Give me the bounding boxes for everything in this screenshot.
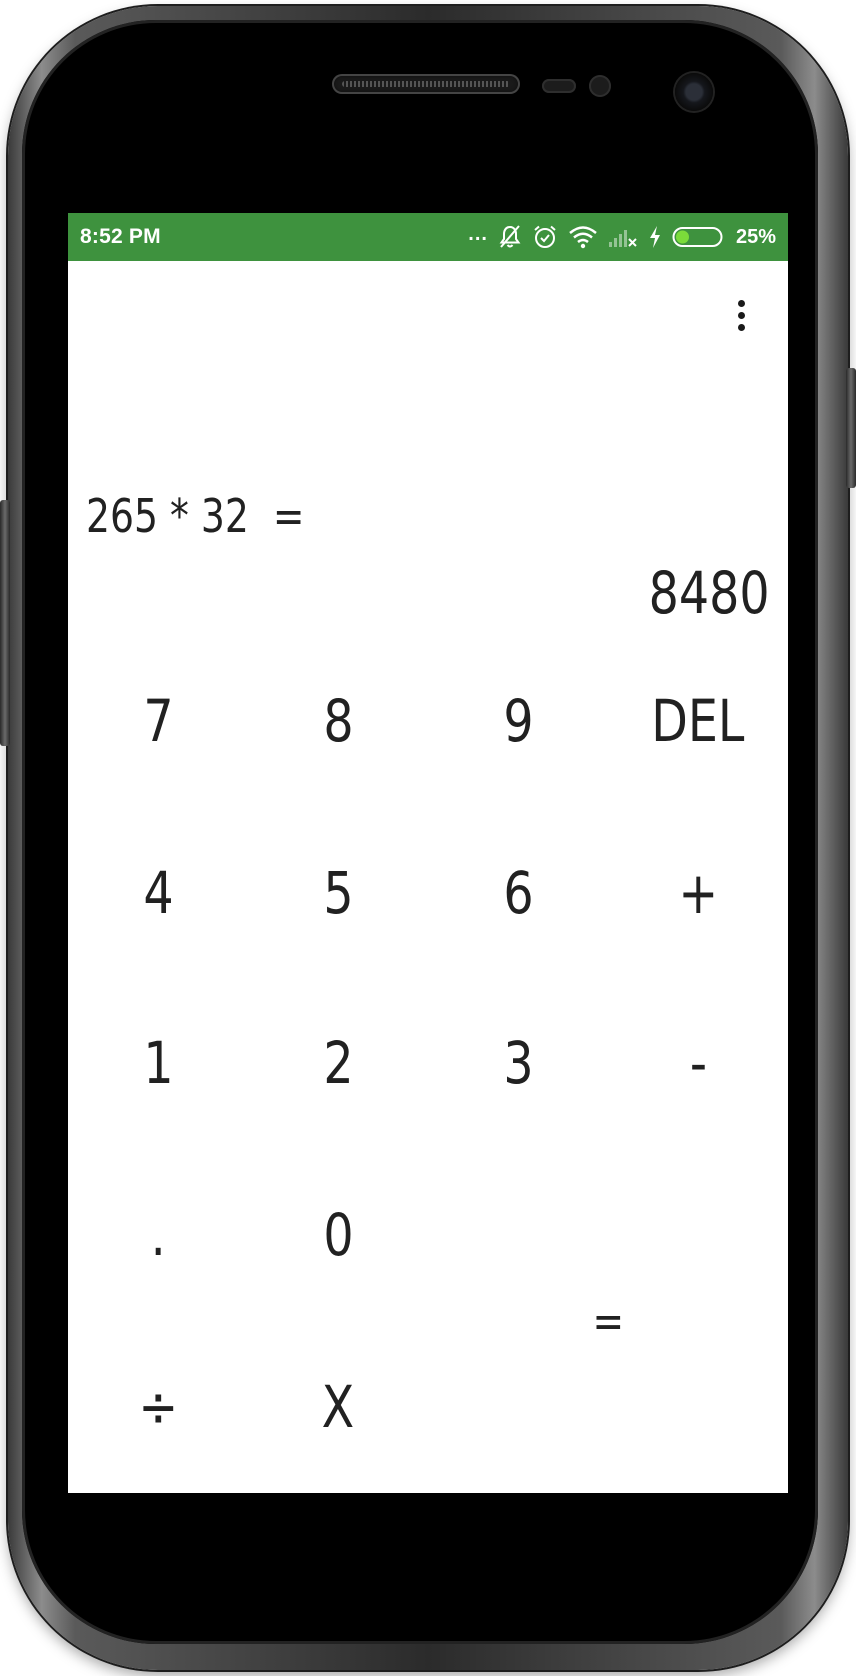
expression-display: 265 * 32 = xyxy=(86,489,305,543)
alarm-icon xyxy=(532,224,558,250)
key-label: 1 xyxy=(142,1029,174,1097)
key-label: 4 xyxy=(142,859,174,927)
key-label: - xyxy=(689,1029,707,1097)
key-label: 9 xyxy=(502,687,534,755)
charging-icon xyxy=(648,225,662,249)
key-decimal[interactable]: . xyxy=(68,1175,248,1295)
key-6[interactable]: 6 xyxy=(428,833,608,953)
key-7[interactable]: 7 xyxy=(68,661,248,781)
key-divide[interactable]: ÷ xyxy=(68,1347,248,1467)
key-5[interactable]: 5 xyxy=(248,833,428,953)
key-label: + xyxy=(678,859,718,927)
key-8[interactable]: 8 xyxy=(248,661,428,781)
light-sensor xyxy=(589,75,611,97)
more-options-dot xyxy=(737,323,745,331)
key-label: 3 xyxy=(502,1029,534,1097)
status-time: 8:52 PM xyxy=(80,225,161,248)
key-label: X xyxy=(321,1373,355,1441)
proximity-sensor xyxy=(542,79,576,93)
more-options-icon[interactable] xyxy=(728,293,754,337)
key-label: 5 xyxy=(322,859,354,927)
front-camera xyxy=(675,73,713,111)
battery-percent: 25% xyxy=(735,225,776,248)
more-notifications-indicator: ... xyxy=(468,222,488,245)
key-label: DEL xyxy=(651,687,745,755)
signal-no-service-icon xyxy=(608,225,638,249)
key-label: . xyxy=(150,1201,166,1269)
status-icons: ... 25% xyxy=(468,213,776,261)
wifi-icon xyxy=(568,225,598,249)
app-screen: 8:52 PM ... 25% 265 * 32 = 8480 7 8 9 DE… xyxy=(68,213,788,1493)
key-multiply[interactable]: X xyxy=(248,1347,428,1467)
key-minus[interactable]: - xyxy=(608,1003,788,1123)
earpiece-speaker xyxy=(332,74,520,94)
result-display: 8480 xyxy=(648,559,770,627)
more-options-dot xyxy=(737,299,745,307)
more-options-dot xyxy=(737,311,745,319)
volume-button xyxy=(0,500,10,746)
key-3[interactable]: 3 xyxy=(428,1003,608,1123)
key-label: 8 xyxy=(322,687,354,755)
device-stage: 8:52 PM ... 25% 265 * 32 = 8480 7 8 9 DE… xyxy=(0,0,856,1676)
key-0[interactable]: 0 xyxy=(248,1175,428,1295)
battery-icon xyxy=(672,226,726,248)
key-label: 7 xyxy=(142,687,174,755)
key-label: = xyxy=(592,1294,624,1348)
key-delete[interactable]: DEL xyxy=(608,661,788,781)
key-2[interactable]: 2 xyxy=(248,1003,428,1123)
key-label: 2 xyxy=(322,1029,354,1097)
key-4[interactable]: 4 xyxy=(68,833,248,953)
key-label: ÷ xyxy=(138,1373,178,1441)
key-plus[interactable]: + xyxy=(608,833,788,953)
status-bar: 8:52 PM ... 25% xyxy=(68,213,788,261)
key-1[interactable]: 1 xyxy=(68,1003,248,1123)
key-label: 0 xyxy=(322,1201,354,1269)
power-button xyxy=(846,368,856,488)
notifications-muted-icon xyxy=(498,224,522,250)
key-equals[interactable]: = xyxy=(428,1175,788,1467)
key-label: 6 xyxy=(502,859,534,927)
bottom-bezel xyxy=(68,1493,788,1643)
key-9[interactable]: 9 xyxy=(428,661,608,781)
